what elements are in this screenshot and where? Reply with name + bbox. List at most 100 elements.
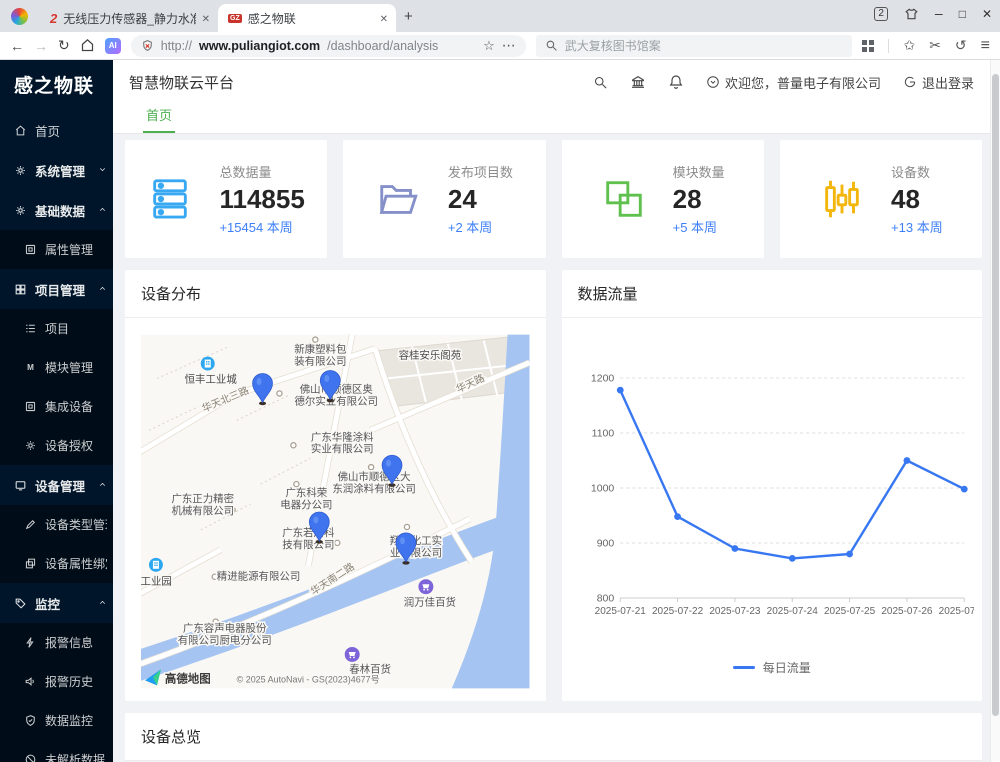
history-undo-icon[interactable] — [955, 37, 967, 55]
legend-label: 每日流量 — [763, 659, 811, 676]
device-distribution-panel: 设备分布 新康塑料包装有限公司容桂安乐阁苑恒丰工业城华天北三路佛山市顺德区奥德尔… — [125, 270, 546, 701]
tab1-favicon: 2 — [50, 11, 57, 26]
apps-grid-icon[interactable] — [862, 40, 874, 52]
logout-button[interactable]: 退出登录 — [903, 73, 974, 92]
chevron-up-icon — [98, 596, 107, 610]
monitor-icon — [14, 479, 28, 492]
down-circle-icon — [706, 75, 720, 89]
list-icon — [24, 322, 38, 335]
browser-tab-2[interactable]: GZ 感之物联 — [218, 4, 396, 32]
sidebar-item-未解析数据[interactable]: 未解析数据 — [0, 740, 113, 762]
sidebar-item-设备类型管理[interactable]: 设备类型管理 — [0, 505, 113, 544]
stat-card-发布项目数: 发布项目数24+2 本周 — [343, 140, 545, 258]
stat-label: 总数据量 — [219, 162, 304, 181]
chart-panel-title: 数据流量 — [562, 270, 983, 318]
sidebar-item-模块管理[interactable]: M模块管理 — [0, 348, 113, 387]
tab-count-badge[interactable]: 2 — [874, 7, 888, 21]
bank-icon[interactable] — [630, 74, 646, 90]
shield-warning-icon[interactable] — [141, 39, 154, 52]
sidebar-item-首页[interactable]: 首页 — [0, 110, 113, 150]
sidebar-item-报警历史[interactable]: 报警历史 — [0, 662, 113, 701]
svg-text:胜工业园: 胜工业园 — [141, 576, 172, 588]
browser-menu-icon[interactable] — [981, 37, 990, 55]
close-window-button[interactable] — [982, 5, 992, 23]
url-protocol: http:// — [161, 39, 192, 53]
tab-home[interactable]: 首页 — [143, 105, 175, 133]
browser-tab-1[interactable]: 2 无线压力传感器_静力水准仪_ — [40, 4, 218, 32]
ban-icon — [24, 753, 38, 762]
app-logo[interactable]: 感之物联 — [0, 60, 113, 110]
svg-text:1200: 1200 — [590, 373, 614, 385]
sidebar-item-数据监控[interactable]: 数据监控 — [0, 701, 113, 740]
page-scrollbar[interactable] — [990, 60, 1000, 762]
svg-text:润万佳百货: 润万佳百货 — [404, 596, 456, 609]
sidebar-item-报警信息[interactable]: 报警信息 — [0, 623, 113, 662]
back-button[interactable] — [10, 38, 24, 54]
sidebar-item-属性管理[interactable]: 属性管理 — [0, 230, 113, 269]
svg-text:广东华隆涂料实业有限公司: 广东华隆涂料实业有限公司 — [311, 430, 374, 455]
tab2-close-icon[interactable] — [380, 11, 388, 25]
sidebar-item-设备授权[interactable]: 设备授权 — [0, 426, 113, 465]
device-map[interactable]: 新康塑料包装有限公司容桂安乐阁苑恒丰工业城华天北三路佛山市顺德区奥德尔实业有限公… — [141, 334, 530, 689]
grid-icon — [14, 283, 28, 296]
sidebar-menu: 首页系统管理基础数据属性管理项目管理项目M模块管理集成设备设备授权设备管理设备类… — [0, 110, 113, 762]
sidebar-item-系统管理[interactable]: 系统管理 — [0, 150, 113, 190]
forward-button[interactable] — [34, 38, 48, 54]
svg-text:恒丰工业城: 恒丰工业城 — [185, 372, 238, 385]
svg-text:佛山市顺德区大东润涂料有限公司: 佛山市顺德区大东润涂料有限公司 — [332, 470, 416, 495]
chart-legend[interactable]: 每日流量 — [570, 659, 975, 676]
svg-text:广东若川科技有限公司: 广东若川科技有限公司 — [282, 526, 335, 551]
folder-icon — [376, 176, 422, 222]
stat-value: 48 — [891, 184, 943, 215]
maximize-button[interactable] — [959, 5, 966, 23]
database-icon — [147, 176, 193, 222]
browser-logo-icon[interactable] — [11, 8, 28, 25]
new-tab-button[interactable] — [404, 8, 413, 25]
bolt-icon — [24, 636, 38, 649]
svg-text:新康塑料包装有限公司: 新康塑料包装有限公司 — [294, 343, 347, 368]
table-icon — [24, 243, 38, 256]
sidebar-item-监控[interactable]: 监控 — [0, 583, 113, 623]
address-bar[interactable]: http://www.puliangiot.com/dashboard/anal… — [131, 35, 526, 57]
header-search-icon[interactable] — [593, 75, 608, 90]
welcome-user[interactable]: 欢迎您，普量电子有限公司 — [706, 73, 881, 92]
tab1-close-icon[interactable] — [202, 11, 210, 25]
url-path: /dashboard/analysis — [327, 39, 438, 53]
sidebar-item-项目[interactable]: 项目 — [0, 309, 113, 348]
sidebar-item-设备管理[interactable]: 设备管理 — [0, 465, 113, 505]
bookmark-star-icon[interactable] — [483, 38, 495, 54]
theme-shirt-icon[interactable] — [904, 7, 919, 21]
sidebar-item-设备属性绑定[interactable]: 设备属性绑定 — [0, 544, 113, 583]
home-button[interactable] — [80, 38, 95, 53]
reload-button[interactable] — [58, 37, 70, 54]
url-more-icon[interactable] — [502, 37, 516, 54]
svg-text:2025-07-23: 2025-07-23 — [709, 606, 761, 617]
bookmarks-icon[interactable] — [903, 37, 915, 55]
home-icon — [14, 124, 28, 137]
svg-text:容桂安乐阁苑: 容桂安乐阁苑 — [399, 349, 462, 362]
scrollbar-thumb[interactable] — [992, 74, 999, 716]
minimize-button[interactable] — [935, 5, 943, 23]
svg-text:广东科荣电器分公司: 广东科荣电器分公司 — [280, 486, 332, 511]
tab2-favicon: GZ — [228, 14, 242, 23]
candlestick-icon — [819, 176, 865, 222]
svg-text:2025-07-21: 2025-07-21 — [594, 606, 646, 617]
platform-title: 智慧物联云平台 — [129, 72, 593, 93]
sidebar-item-项目管理[interactable]: 项目管理 — [0, 269, 113, 309]
sidebar-item-基础数据[interactable]: 基础数据 — [0, 190, 113, 230]
overview-panel-title: 设备总览 — [125, 713, 982, 761]
sidebar-item-集成设备[interactable]: 集成设备 — [0, 387, 113, 426]
gear-icon — [14, 204, 28, 217]
screenshot-icon[interactable] — [929, 37, 941, 55]
svg-text:1000: 1000 — [590, 483, 614, 495]
bell-icon[interactable] — [668, 74, 684, 90]
sidebar: 感之物联 首页系统管理基础数据属性管理项目管理项目M模块管理集成设备设备授权设备… — [0, 60, 113, 762]
svg-text:广东容声电器股份有限公司厨电分公司: 广东容声电器股份有限公司厨电分公司 — [178, 622, 272, 647]
speaker-icon — [24, 675, 38, 688]
search-input[interactable]: 武大复核图书馆案 — [536, 35, 853, 57]
ai-assistant-icon[interactable]: AI — [105, 38, 121, 54]
search-placeholder: 武大复核图书馆案 — [565, 37, 661, 54]
chevron-up-icon — [98, 203, 107, 217]
blocks-icon — [601, 176, 647, 222]
gear-icon — [24, 439, 38, 452]
